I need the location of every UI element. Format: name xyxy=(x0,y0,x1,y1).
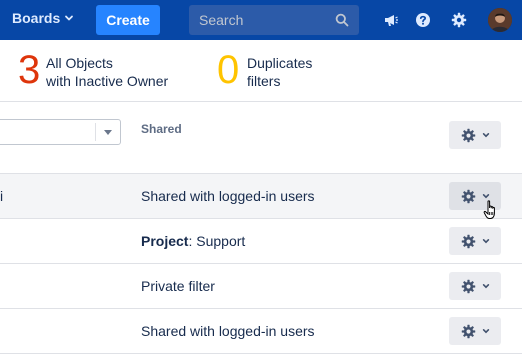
chevron-down-icon xyxy=(482,284,489,289)
table-row[interactable]: Private filter xyxy=(0,264,522,308)
duplicates-count[interactable]: 0 xyxy=(217,46,239,94)
hand-cursor-icon xyxy=(483,200,495,219)
shared-type-project: Project xyxy=(141,233,189,249)
avatar-image xyxy=(488,8,512,32)
search-box[interactable] xyxy=(189,5,359,35)
create-label: Create xyxy=(106,12,150,28)
user-avatar[interactable] xyxy=(488,8,512,32)
top-navigation: Boards Create xyxy=(0,0,522,40)
row-name-fragment: i xyxy=(0,188,4,204)
gear-icon xyxy=(461,279,475,293)
filter-select[interactable] xyxy=(0,119,121,145)
boards-menu[interactable]: Boards xyxy=(12,10,74,26)
table-row[interactable]: Shared with logged-in users xyxy=(0,309,522,353)
settings-button[interactable] xyxy=(449,10,469,30)
search-icon xyxy=(335,13,349,27)
notifications-megaphone-icon[interactable] xyxy=(381,10,401,30)
chevron-down-icon xyxy=(482,194,489,199)
caret-down-icon[interactable] xyxy=(104,130,112,135)
boards-label: Boards xyxy=(12,10,61,26)
row-actions-button[interactable] xyxy=(449,317,501,345)
megaphone-icon xyxy=(385,15,398,26)
chevron-down-icon xyxy=(482,329,489,334)
table-row[interactable]: Project: Support xyxy=(0,219,522,263)
header-actions-button[interactable] xyxy=(449,121,501,149)
help-icon xyxy=(416,13,430,27)
stats-summary: 3 All Objects with Inactive Owner 0 Dupl… xyxy=(0,40,522,102)
gear-icon xyxy=(461,324,475,338)
gear-icon xyxy=(461,128,475,142)
shared-project-name: : Support xyxy=(188,233,246,249)
create-button[interactable]: Create xyxy=(96,5,160,35)
row-actions-button[interactable] xyxy=(449,227,501,255)
help-button[interactable] xyxy=(413,10,433,30)
row-shared-text: Private filter xyxy=(141,278,215,294)
gear-icon xyxy=(461,189,475,203)
inactive-owner-label-line1: All Objects xyxy=(46,55,113,71)
column-header-shared[interactable]: Shared xyxy=(141,122,182,136)
select-divider xyxy=(95,123,96,141)
chevron-down-icon xyxy=(65,15,74,21)
row-shared-text: Shared with logged-in users xyxy=(141,323,315,339)
gear-icon xyxy=(461,234,475,248)
duplicates-label-line2: filters xyxy=(247,73,281,89)
chevron-down-icon xyxy=(482,133,489,138)
inactive-owner-label-line2: with Inactive Owner xyxy=(46,73,169,89)
chevron-down-icon xyxy=(482,239,489,244)
table-row[interactable]: i Shared with logged-in users xyxy=(0,174,522,218)
row-divider xyxy=(0,353,522,354)
duplicates-label-line1: Duplicates xyxy=(247,55,313,71)
row-shared-text: Shared with logged-in users xyxy=(141,188,315,204)
row-shared-text: Project: Support xyxy=(141,232,245,250)
inactive-owner-count[interactable]: 3 xyxy=(18,46,40,94)
search-input[interactable] xyxy=(199,12,329,28)
gear-icon xyxy=(451,12,467,28)
row-actions-button[interactable] xyxy=(449,272,501,300)
